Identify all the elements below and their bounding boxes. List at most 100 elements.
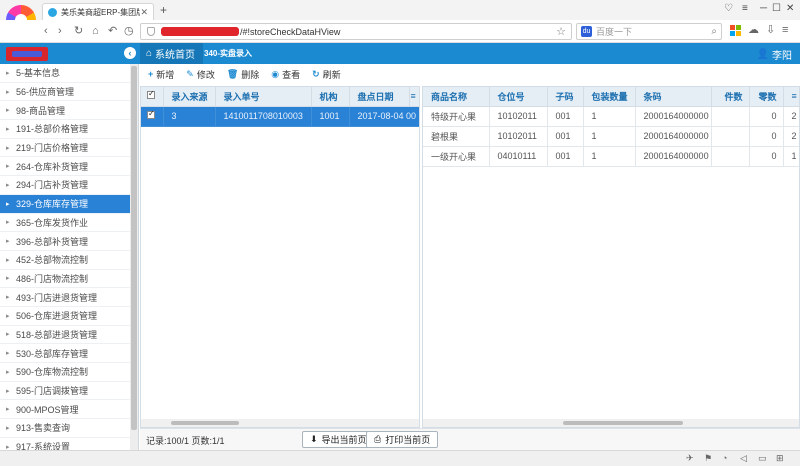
sidebar-item[interactable]: ▸ 530-总部库存管理 xyxy=(0,344,138,363)
col-header-subcode[interactable]: 子码 xyxy=(547,87,584,107)
forward-icon[interactable]: › xyxy=(58,24,62,38)
cloud-icon[interactable]: ☁ xyxy=(748,23,759,37)
table-row[interactable]: 碧根果 10102011 001 1 2000164000000 0 2 xyxy=(423,126,799,147)
add-button[interactable]: + 新增 xyxy=(148,68,174,81)
sidebar-item[interactable]: ▸ 590-仓库物流控制 xyxy=(0,363,138,382)
tab-current[interactable]: 340-实盘录入 xyxy=(204,43,252,64)
chevron-right-icon: ▸ xyxy=(6,200,10,208)
sidebar-item[interactable]: ▸ 518-总部进退货管理 xyxy=(0,326,138,345)
menu-icon[interactable]: ≡ xyxy=(742,3,748,14)
pin-icon[interactable]: ♡ xyxy=(724,3,733,14)
col-header-location[interactable]: 仓位号 xyxy=(489,87,548,107)
address-bar-row: ‹ › ↻ ⌂ ↶ ◷ /#!storeCheckDataHView ☆ du … xyxy=(0,20,800,43)
select-all-checkbox[interactable] xyxy=(141,87,164,107)
edit-button[interactable]: ✎ 修改 xyxy=(186,68,215,81)
sidebar-item[interactable]: ▸ 191-总部价格管理 xyxy=(0,120,138,139)
sidebar-item[interactable]: ▸ 294-门店补货管理 xyxy=(0,176,138,195)
user-menu[interactable]: 👤 李阳 xyxy=(757,47,792,62)
sidebar-item[interactable]: ▸ 329-仓库库存管理 xyxy=(0,194,138,214)
search-input[interactable]: du 百度一下 ⌕ xyxy=(576,23,722,40)
col-header-org[interactable]: 机构 xyxy=(311,87,350,107)
sidebar-item[interactable]: ▸ 365-仓库发货作业 xyxy=(0,214,138,233)
cell-barcode: 2000164000000 xyxy=(635,146,712,167)
status-icon-1[interactable]: ✈ xyxy=(686,453,694,464)
row-checkbox[interactable] xyxy=(141,106,164,127)
sidebar-item-label: 56-供应商管理 xyxy=(16,87,75,98)
minimize-icon[interactable]: ─ xyxy=(760,3,767,14)
chevron-right-icon: ▸ xyxy=(6,424,10,432)
status-icon-4[interactable]: ◁ xyxy=(740,453,747,464)
sidebar-item[interactable]: ▸ 396-总部补货管理 xyxy=(0,232,138,251)
bookmark-star-icon[interactable]: ☆ xyxy=(556,25,566,38)
tab-close-icon[interactable]: ✕ xyxy=(140,7,148,18)
sidebar-item[interactable]: ▸ 506-仓库进退货管理 xyxy=(0,307,138,326)
new-tab-icon[interactable]: + xyxy=(160,4,167,16)
table-row[interactable]: 一级开心果 04010111 001 1 2000164000000 0 1 xyxy=(423,146,799,167)
sidebar-item[interactable]: ▸ 493-门店进退货管理 xyxy=(0,288,138,307)
sidebar-item-label: 493-门店进退货管理 xyxy=(16,292,98,303)
status-icon-6[interactable]: ⊞ xyxy=(776,453,784,464)
master-hscrollbar[interactable] xyxy=(141,419,419,427)
col-header-pack-qty[interactable]: 包装数量 xyxy=(583,87,636,107)
table-row[interactable]: 3 1410011708010003 1001 2017-08-04 00 xyxy=(141,106,419,127)
sidebar-item[interactable]: ▸ 98-商品管理 xyxy=(0,101,138,121)
extensions-icon[interactable] xyxy=(730,25,742,37)
detail-hscrollbar[interactable] xyxy=(423,419,799,427)
collapse-sidebar-icon[interactable]: ‹ xyxy=(124,47,136,59)
col-header-pieces[interactable]: 件数 xyxy=(711,87,750,107)
search-icon[interactable]: ⌕ xyxy=(711,26,717,37)
delete-button[interactable]: 🗑 删除 xyxy=(227,68,259,81)
browser-menu-icon[interactable]: ≡ xyxy=(782,23,788,37)
refresh-button[interactable]: ↻ 刷新 xyxy=(312,68,341,81)
redacted-url-part xyxy=(161,27,239,36)
col-header-date[interactable]: 盘点日期 xyxy=(349,87,410,107)
col-header-source[interactable]: 录入来源 xyxy=(163,87,216,107)
sidebar-scrollbar[interactable] xyxy=(130,64,138,452)
history-icon[interactable]: ◷ xyxy=(124,24,134,38)
home-icon[interactable]: ⌂ xyxy=(92,24,99,38)
sidebar-item[interactable]: ▸ 900-MPOS管理 xyxy=(0,400,138,420)
column-menu-icon[interactable]: ≡ xyxy=(409,87,419,107)
chevron-right-icon: ▸ xyxy=(6,387,10,395)
master-hscroll-thumb[interactable] xyxy=(171,421,239,425)
detail-hscroll-thumb[interactable] xyxy=(563,421,683,425)
column-menu-icon[interactable]: ≡ xyxy=(783,87,799,107)
col-header-barcode[interactable]: 条码 xyxy=(635,87,712,107)
col-header-order-no[interactable]: 录入单号 xyxy=(215,87,312,107)
reload-icon[interactable]: ↻ xyxy=(74,24,83,38)
undo-icon[interactable]: ↶ xyxy=(108,24,117,38)
sidebar-item-label: 452-总部物流控制 xyxy=(16,255,89,266)
status-icon-2[interactable]: ⚑ xyxy=(704,453,712,464)
back-icon[interactable]: ‹ xyxy=(44,24,48,38)
tab-home[interactable]: ⌂ 系统首页 xyxy=(140,43,204,64)
export-page-button[interactable]: ⬇ 导出当前页 xyxy=(302,431,375,448)
col-header-loose[interactable]: 零数 xyxy=(749,87,784,107)
sidebar-item-label: 900-MPOS管理 xyxy=(16,404,79,415)
sidebar-item[interactable]: ▸ 264-仓库补货管理 xyxy=(0,157,138,177)
sidebar-item[interactable]: ▸ 913-售卖查询 xyxy=(0,419,138,438)
cell-name: 一级开心果 xyxy=(423,146,490,167)
sidebar-item[interactable]: ▸ 219-门店价格管理 xyxy=(0,139,138,158)
master-grid: 录入来源 录入单号 机构 盘点日期 ≡ 3 1410011708010003 1… xyxy=(140,86,420,428)
browser-tab-title: 美乐美商超ERP-集团版 xyxy=(61,7,141,17)
close-window-icon[interactable]: ✕ xyxy=(786,3,794,14)
cell-subcode: 001 xyxy=(547,126,584,147)
status-icon-5[interactable]: ▭ xyxy=(758,453,767,464)
status-icon-3[interactable]: ◔ xyxy=(722,453,727,463)
sidebar-item[interactable]: ▸ 595-门店调拨管理 xyxy=(0,382,138,401)
table-row[interactable]: 特级开心果 10102011 001 1 2000164000000 0 2 xyxy=(423,106,799,127)
sidebar-item[interactable]: ▸ 486-门店物流控制 xyxy=(0,270,138,289)
sidebar-item[interactable]: ▸ 56-供应商管理 xyxy=(0,83,138,102)
url-text: /#!storeCheckDataHView xyxy=(240,26,341,37)
col-header-name[interactable]: 商品名称 xyxy=(423,87,490,107)
maximize-icon[interactable]: ☐ xyxy=(772,3,781,14)
sidebar-item[interactable]: ▸ 5-基本信息 xyxy=(0,64,138,83)
download-icon[interactable]: ⇩ xyxy=(766,23,775,37)
browser-tab[interactable]: 美乐美商超ERP-集团版 ✕ xyxy=(42,3,154,20)
sidebar-item-label: 530-总部库存管理 xyxy=(16,348,89,359)
url-input[interactable]: /#!storeCheckDataHView ☆ xyxy=(140,23,572,40)
view-button[interactable]: ◉ 查看 xyxy=(271,68,300,81)
sidebar-item[interactable]: ▸ 452-总部物流控制 xyxy=(0,251,138,270)
print-page-button[interactable]: ⎙ 打印当前页 xyxy=(366,431,439,448)
sidebar-scroll-thumb[interactable] xyxy=(131,66,137,430)
